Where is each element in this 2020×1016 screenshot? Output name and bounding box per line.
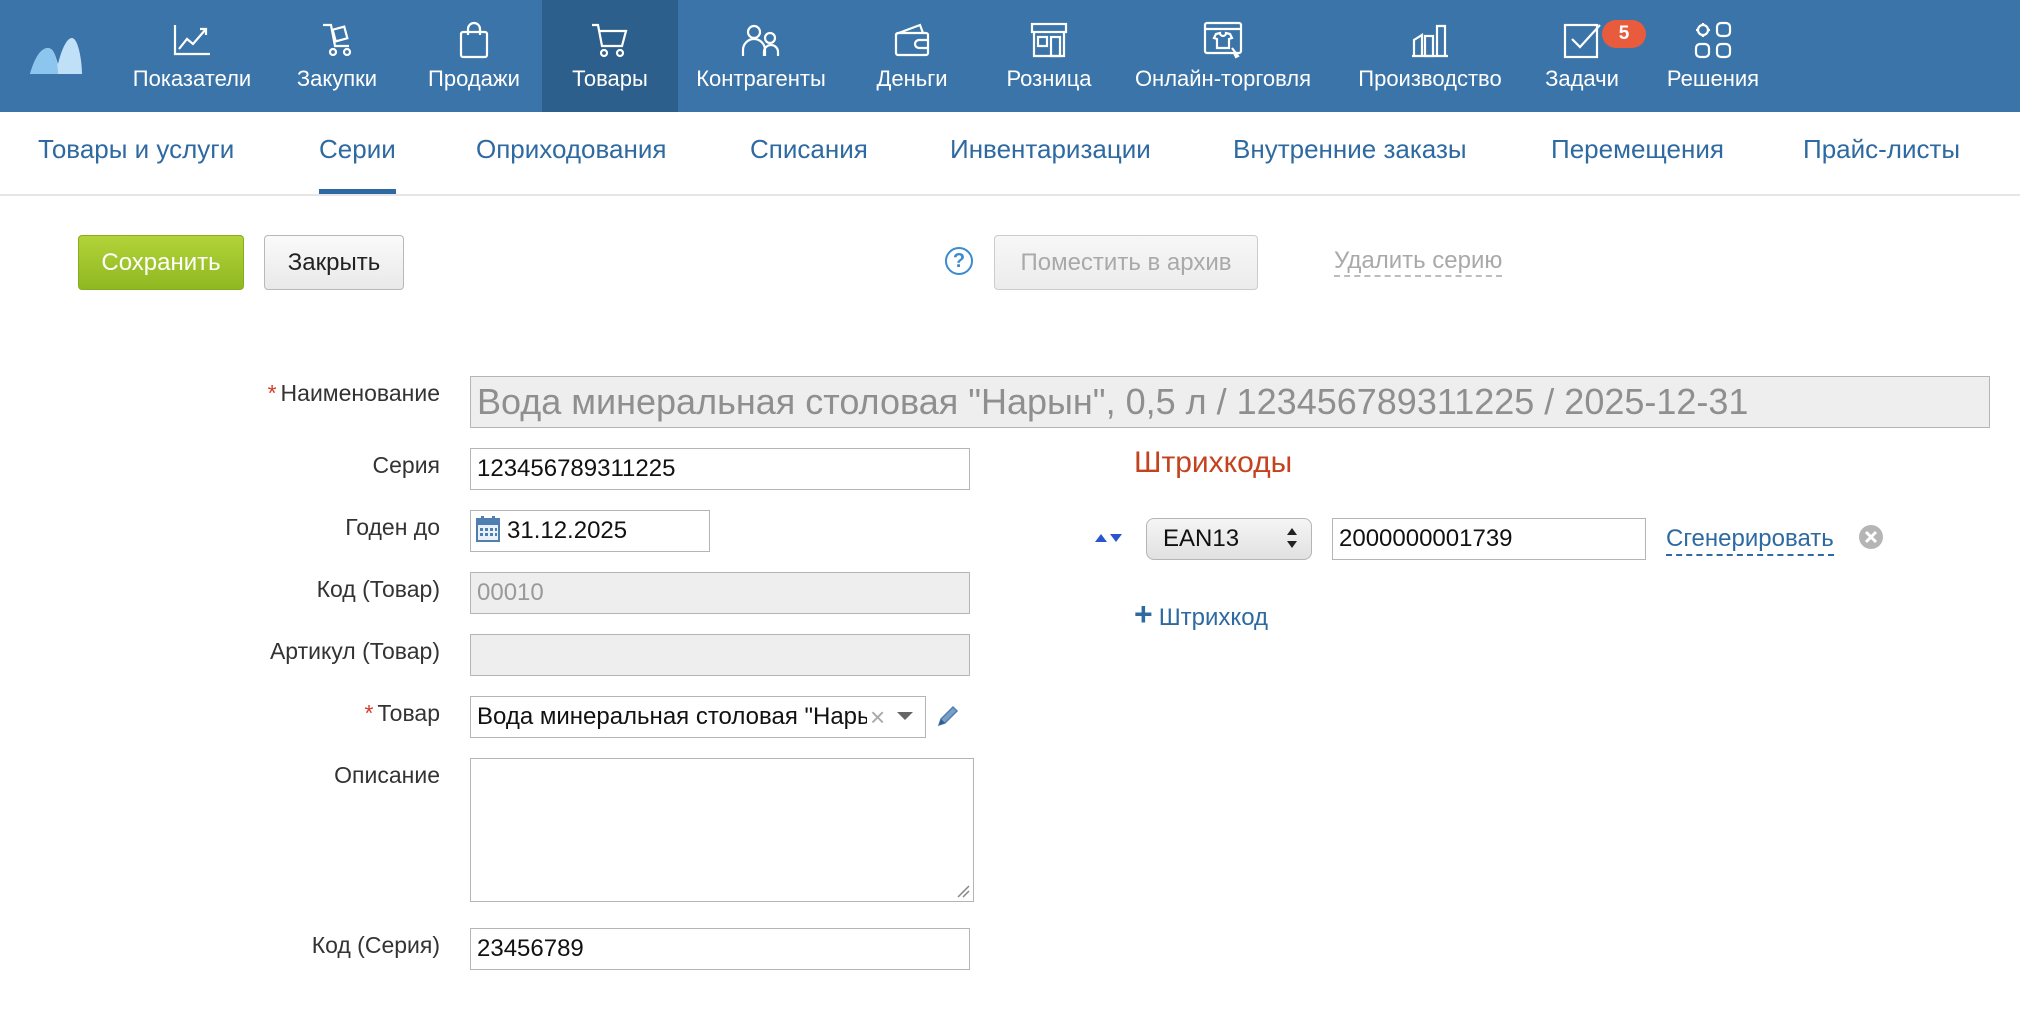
- tasks-count-badge: 5: [1602, 20, 1646, 48]
- nav-item-online-trade[interactable]: Онлайн-торговля: [1130, 0, 1316, 112]
- nav-item-products[interactable]: Товары: [542, 0, 678, 112]
- tab-inventories[interactable]: Инвентаризации: [950, 112, 1151, 194]
- nav-label: Деньги: [876, 66, 948, 91]
- nav-label: Задачи: [1545, 66, 1619, 91]
- nav-item-sales[interactable]: Продажи: [414, 0, 534, 112]
- app-logo[interactable]: [28, 30, 84, 78]
- series-code-field[interactable]: 23456789: [470, 928, 970, 970]
- delete-series-link[interactable]: Удалить серию: [1334, 247, 1503, 277]
- nav-label: Показатели: [132, 66, 252, 91]
- chevron-down-icon[interactable]: [896, 710, 914, 722]
- description-textarea[interactable]: [470, 758, 974, 902]
- factory-icon: [1408, 20, 1452, 60]
- series-code-label: Код (Серия): [311, 932, 440, 958]
- series-label: Серия: [372, 452, 441, 478]
- tab-receipts[interactable]: Оприходования: [476, 112, 666, 194]
- description-label: Описание: [334, 762, 440, 788]
- nav-item-counterparties[interactable]: Контрагенты: [688, 0, 834, 112]
- tab-products-and-services[interactable]: Товары и услуги: [38, 112, 234, 194]
- chart-line-icon: [170, 20, 214, 60]
- add-barcode-label: Штрихкод: [1158, 604, 1269, 631]
- name-field[interactable]: Вода минеральная столовая "Нарын", 0,5 л…: [470, 376, 1990, 428]
- sort-arrows-icon[interactable]: [1094, 530, 1124, 546]
- tab-write-offs[interactable]: Списания: [750, 112, 868, 194]
- clear-icon[interactable]: ×: [870, 700, 885, 734]
- shopping-bag-icon: [452, 20, 496, 60]
- nav-label: Закупки: [296, 66, 378, 91]
- remove-barcode-icon[interactable]: [1858, 524, 1884, 550]
- name-label: * Наименование: [20, 380, 440, 407]
- generate-barcode-link[interactable]: Сгенерировать: [1666, 524, 1834, 556]
- expiry-date-field[interactable]: 31.12.2025: [470, 510, 710, 552]
- name-label-text: Наименование: [280, 380, 440, 406]
- calendar-icon[interactable]: [476, 516, 500, 542]
- plus-icon: +: [1134, 596, 1153, 632]
- nav-label: Продажи: [428, 66, 520, 91]
- close-button[interactable]: Закрыть: [264, 235, 404, 290]
- nav-label: Производство: [1358, 66, 1502, 91]
- pencil-edit-icon[interactable]: [936, 704, 960, 728]
- cart-dolly-icon: [315, 20, 359, 60]
- article-label: Артикул (Товар): [269, 638, 440, 664]
- archive-button[interactable]: Поместить в архив: [994, 235, 1258, 290]
- nav-item-money[interactable]: Деньги: [862, 0, 962, 112]
- product-select-value: Вода минеральная столовая "Нарын", 0,5 л: [477, 703, 867, 730]
- shopping-cart-icon: [588, 20, 632, 60]
- tab-series[interactable]: Серии: [319, 112, 396, 194]
- resize-handle-icon[interactable]: [956, 884, 970, 898]
- nav-item-solutions[interactable]: Решения: [1660, 0, 1766, 112]
- store-icon: [1027, 20, 1071, 60]
- article-field: [470, 634, 970, 676]
- barcodes-section-title: Штрихкоды: [1134, 446, 1293, 479]
- nav-label: Решения: [1666, 66, 1760, 91]
- product-label-text: Товар: [377, 700, 440, 726]
- nav-item-purchases[interactable]: Закупки: [282, 0, 392, 112]
- required-mark: *: [364, 700, 374, 726]
- product-code-label: Код (Товар): [316, 576, 440, 602]
- add-barcode-link[interactable]: + Штрихкод: [1134, 598, 1268, 634]
- nav-item-indicators[interactable]: Показатели: [122, 0, 262, 112]
- barcode-type-value: EAN13: [1163, 525, 1240, 552]
- barcode-field[interactable]: 2000000001739: [1332, 518, 1646, 560]
- tab-internal-orders[interactable]: Внутренние заказы: [1233, 112, 1467, 194]
- nav-label: Розница: [1006, 66, 1092, 91]
- expiry-date-value: 31.12.2025: [507, 517, 628, 544]
- online-shop-icon: [1201, 20, 1245, 60]
- series-field[interactable]: 123456789311225: [470, 448, 970, 490]
- nav-item-retail[interactable]: Розница: [994, 0, 1104, 112]
- task-check-icon: [1560, 20, 1604, 60]
- nav-label: Онлайн-торговля: [1134, 66, 1312, 91]
- apps-grid-icon: [1691, 20, 1735, 60]
- product-label: * Товар: [20, 700, 440, 727]
- required-mark: *: [267, 380, 277, 406]
- select-arrows-icon: [1287, 528, 1297, 548]
- wallet-icon: [890, 20, 934, 60]
- tab-transfers[interactable]: Перемещения: [1551, 112, 1724, 194]
- nav-item-tasks[interactable]: Задачи: [1532, 0, 1632, 112]
- nav-item-production[interactable]: Производство: [1342, 0, 1518, 112]
- expiry-label: Годен до: [345, 514, 440, 540]
- nav-label: Товары: [572, 66, 648, 91]
- tab-price-lists[interactable]: Прайс-листы: [1803, 112, 1960, 194]
- product-code-field: 00010: [470, 572, 970, 614]
- top-navigation-bar: Показатели Закупки Продажи Товары Контра…: [0, 0, 2020, 112]
- people-icon: [739, 20, 783, 60]
- sub-navigation-tabs: Товары и услуги Серии Оприходования Спис…: [0, 112, 2020, 196]
- nav-label: Контрагенты: [696, 66, 826, 91]
- help-icon[interactable]: ?: [945, 247, 973, 275]
- product-select[interactable]: Вода минеральная столовая "Нарын", 0,5 л: [470, 696, 926, 738]
- save-button[interactable]: Сохранить: [78, 235, 244, 290]
